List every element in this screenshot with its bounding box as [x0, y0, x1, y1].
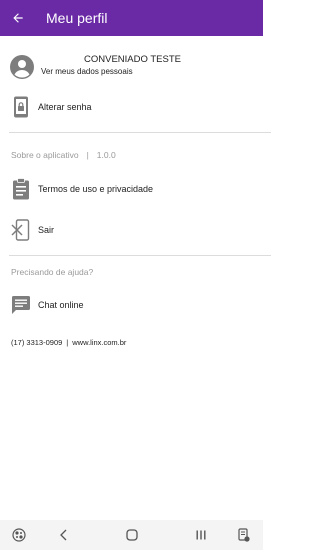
terms-label: Termos de uso e privacidade — [38, 184, 154, 194]
accessibility-icon[interactable] — [236, 527, 252, 543]
page-title: Meu perfil — [46, 10, 108, 26]
arrow-left-icon — [13, 13, 23, 23]
assistant-icon[interactable] — [11, 527, 27, 543]
contact-info: (17) 3313-0909 | www.linx.com.br — [11, 338, 126, 347]
change-password-item[interactable]: Alterar senha — [0, 92, 263, 122]
profile-name: CONVENIADO TESTE — [84, 54, 181, 65]
chat-icon — [11, 294, 31, 316]
chat-online-label: Chat online — [38, 300, 84, 310]
nav-home-icon[interactable] — [124, 527, 140, 543]
terms-item[interactable]: Termos de uso e privacidade — [0, 174, 263, 204]
about-app-info: Sobre o aplicativo | 1.0.0 — [11, 150, 116, 160]
profile-details-link[interactable]: Ver meus dados pessoais — [41, 67, 133, 76]
contact-separator: | — [66, 338, 69, 347]
clipboard-icon — [11, 178, 31, 200]
nav-recents-icon[interactable] — [193, 527, 209, 543]
about-label: Sobre o aplicativo — [11, 150, 79, 160]
app-screen: Meu perfil CONVENIADO TESTE Ver meus dad… — [0, 0, 271, 550]
app-bar: Meu perfil — [0, 0, 263, 36]
app-version: 1.0.0 — [96, 150, 116, 160]
contact-website[interactable]: www.linx.com.br — [72, 338, 126, 347]
nav-back-icon[interactable] — [56, 527, 72, 543]
system-nav-bar — [0, 520, 263, 550]
exit-icon — [11, 219, 31, 241]
divider — [9, 132, 271, 133]
divider — [9, 255, 271, 256]
help-section-label: Precisando de ajuda? — [11, 267, 94, 277]
logout-item[interactable]: Sair — [0, 215, 263, 245]
about-separator: | — [86, 150, 89, 160]
contact-phone[interactable]: (17) 3313-0909 — [11, 338, 62, 347]
back-button[interactable] — [0, 0, 36, 36]
logout-label: Sair — [38, 225, 55, 235]
profile-header[interactable]: CONVENIADO TESTE Ver meus dados pessoais — [0, 48, 263, 86]
change-password-label: Alterar senha — [38, 102, 92, 112]
phone-lock-icon — [11, 96, 31, 118]
chat-online-item[interactable]: Chat online — [0, 290, 263, 320]
